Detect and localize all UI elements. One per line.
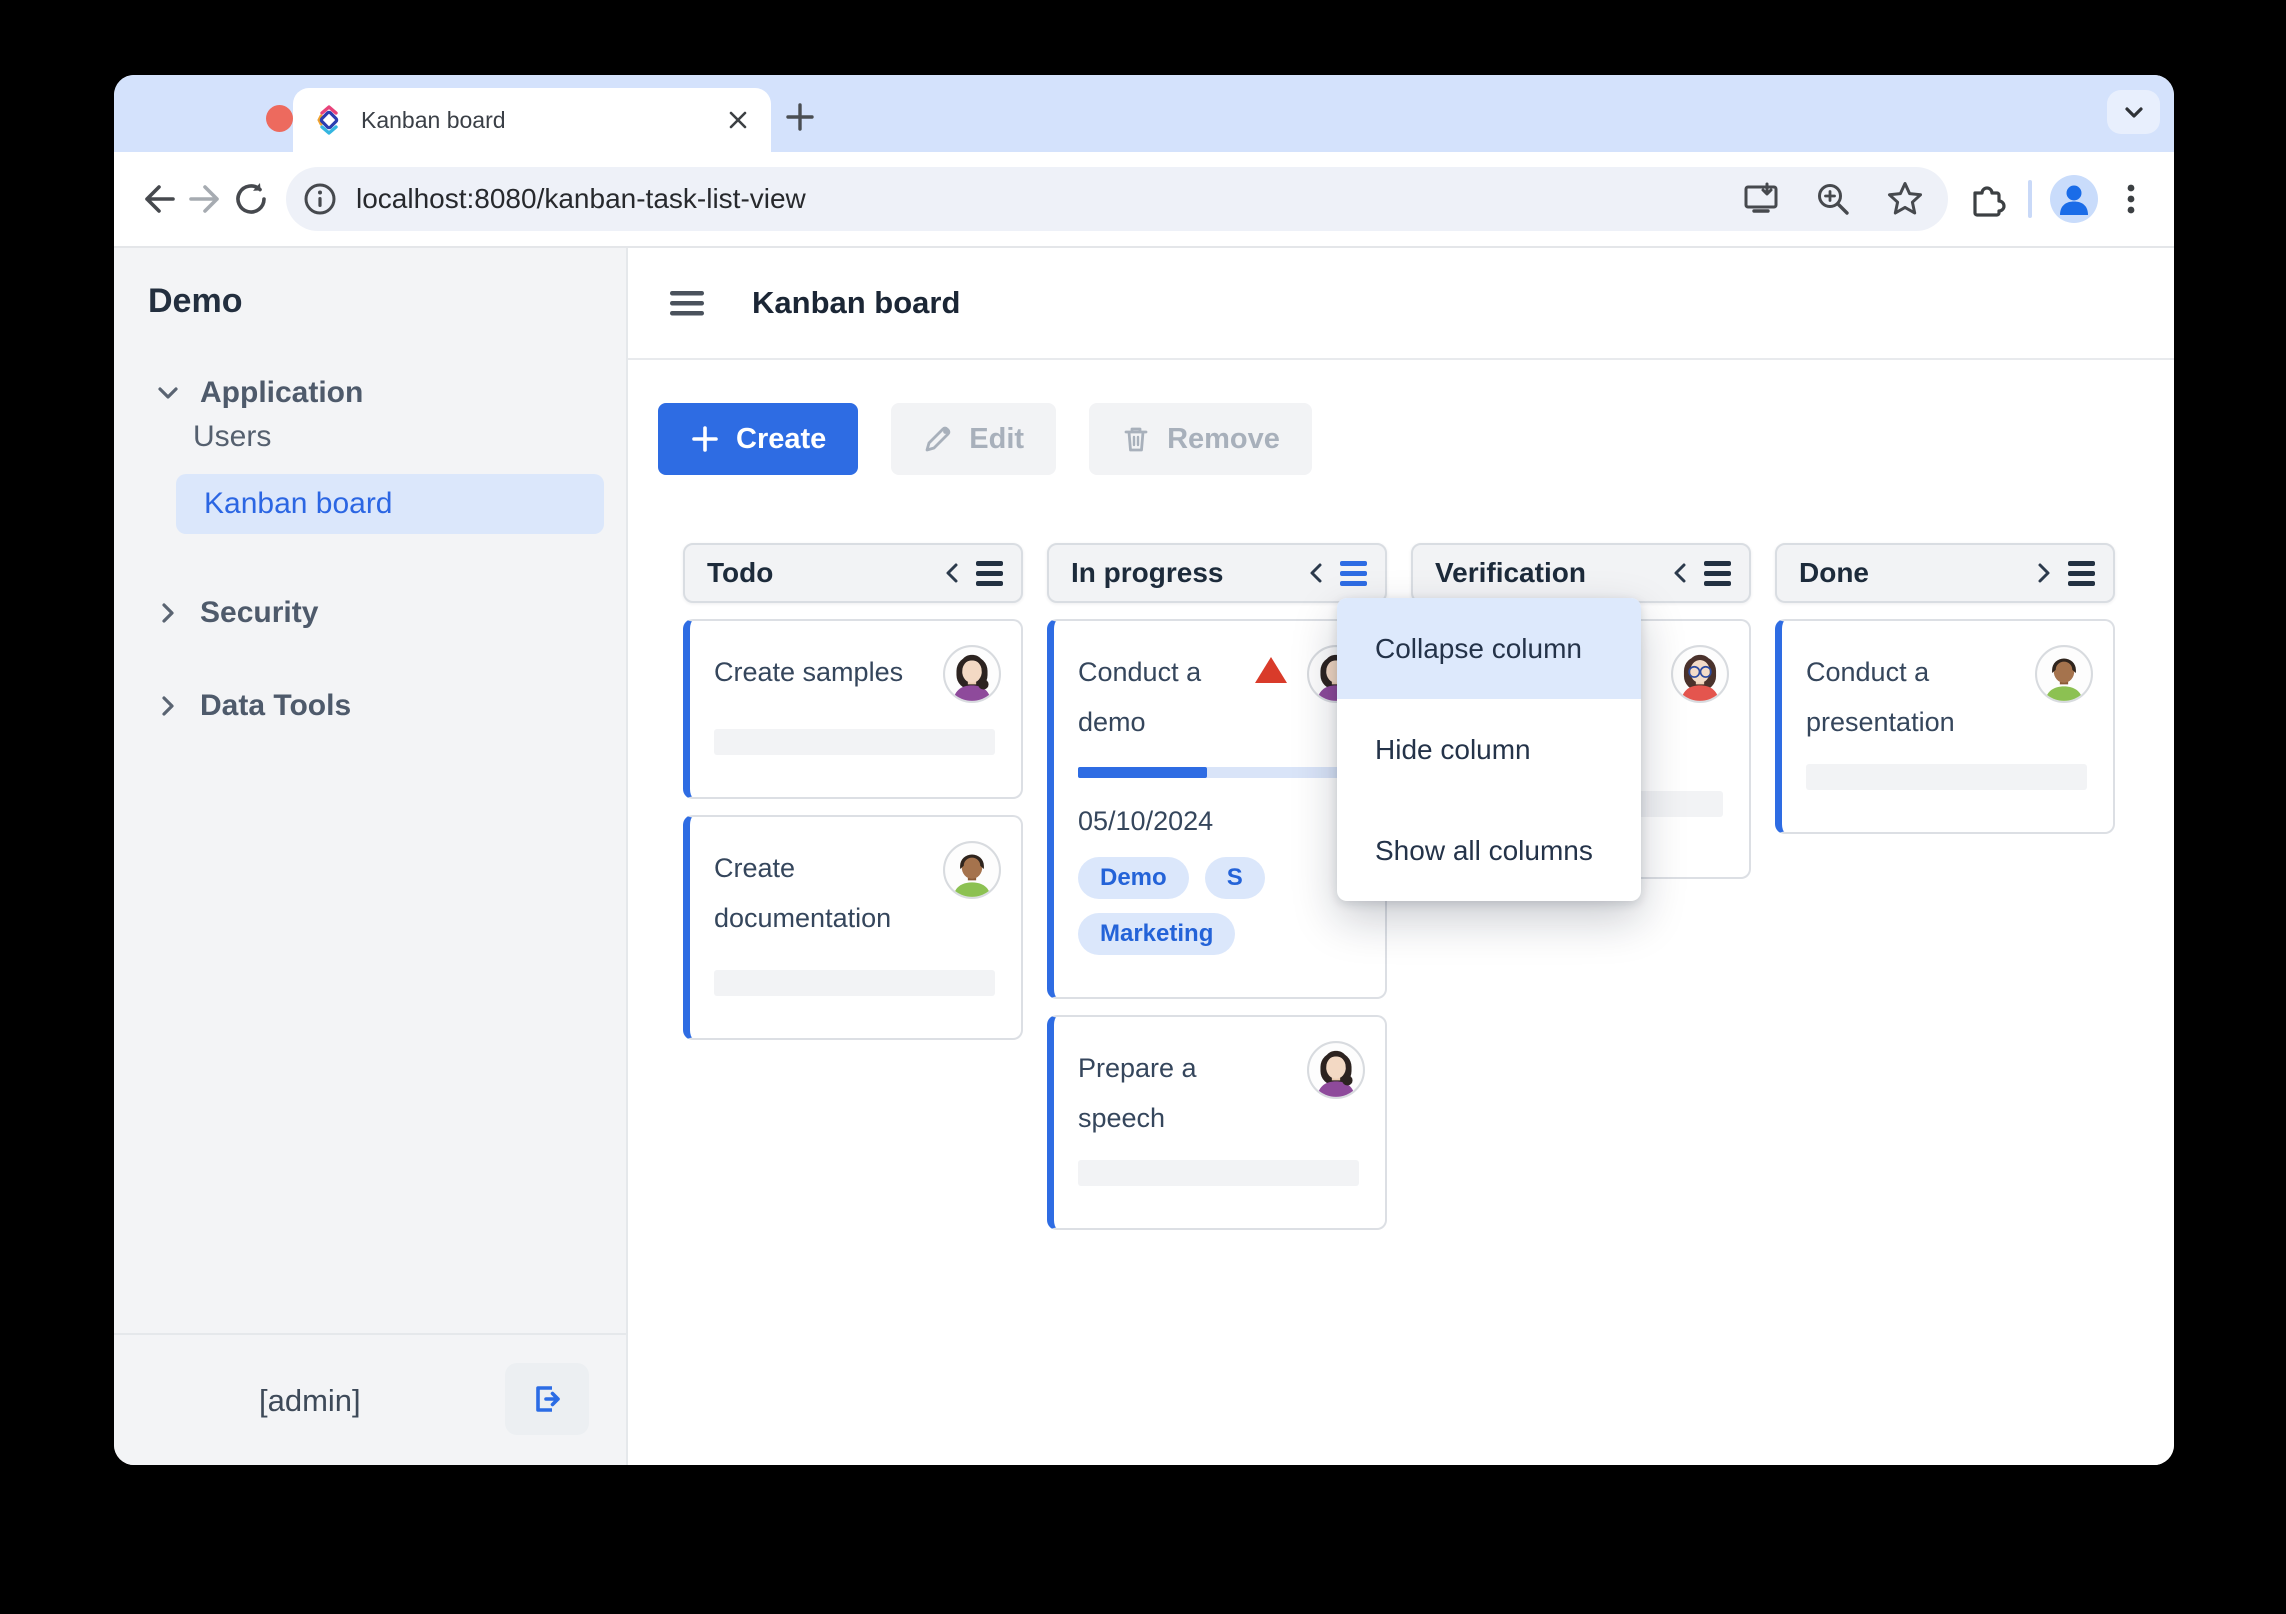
column-in-progress: In progress Conduct a demo 05/10/2024 De… [1047,543,1387,1230]
assignee-avatar-woman-purple [943,645,1001,703]
current-user-label: [admin] [259,1383,361,1418]
column-header-done[interactable]: Done [1775,543,2115,603]
back-icon[interactable] [136,176,182,222]
page-title: Kanban board [752,285,961,320]
new-tab-icon[interactable] [782,99,818,135]
favicon [313,104,345,136]
task-card[interactable]: Create documentation [683,815,1023,1040]
card-placeholder-bar [714,970,995,996]
create-button[interactable]: Create [658,403,859,475]
task-card[interactable]: Conduct a presentation [1775,619,2115,834]
extensions-icon[interactable] [1964,176,2010,222]
sidebar-section-application[interactable]: Application [154,371,626,415]
tag: Marketing [1078,913,1236,955]
board-actions: Create Edit Remove [658,403,2174,475]
browser-tab[interactable]: Kanban board [293,88,771,152]
tab-title: Kanban board [361,106,506,133]
card-placeholder-bar [714,729,995,755]
sidebar-item-kanban-board[interactable]: Kanban board [176,474,604,534]
bookmark-star-icon[interactable] [1884,178,1926,220]
sidebar-section-security[interactable]: Security [154,591,626,635]
close-traffic-light[interactable] [266,105,293,132]
column-menu-icon-active[interactable] [1340,560,1367,586]
browser-window: Kanban board localhost:8080/kanban-task-… [114,75,2174,1465]
tag: S [1204,857,1265,899]
column-menu-icon[interactable] [1704,560,1731,586]
app-sidebar: Demo Application Users Kanban board Secu… [114,248,628,1465]
collapse-left-icon[interactable] [1672,561,1688,585]
card-placeholder-bar [1806,764,2087,790]
forward-icon[interactable] [182,176,228,222]
browser-menu-kebab-icon[interactable] [2108,176,2154,222]
drawer-toggle-icon[interactable] [668,287,706,319]
collapse-right-icon[interactable] [2036,561,2052,585]
assignee-avatar-woman-purple [1307,1041,1365,1099]
remove-button[interactable]: Remove [1089,403,1312,475]
column-menu-icon[interactable] [2068,560,2095,586]
tag: Demo [1078,857,1189,899]
site-info-icon[interactable] [300,179,340,219]
sidebar-item-users[interactable]: Users [193,415,626,459]
chevron-down-icon [154,379,182,407]
high-priority-icon [1255,657,1287,683]
menu-item-hide-column[interactable]: Hide column [1337,699,1641,800]
logout-button[interactable] [505,1363,589,1435]
tag-list: Demo S Marketing [1078,857,1308,955]
task-progress-bar [1078,767,1358,778]
view-header: Kanban board [628,248,2174,360]
app-title: Demo [148,282,243,320]
toolbar-divider [2028,180,2032,218]
trash-icon [1121,424,1151,454]
pencil-icon [923,424,953,454]
tab-strip: Kanban board [114,75,2174,152]
assignee-avatar-man-green [943,841,1001,899]
task-card[interactable]: Conduct a demo 05/10/2024 Demo S Marketi… [1047,619,1387,999]
collapse-left-icon[interactable] [1308,561,1324,585]
card-placeholder-bar [1078,1160,1359,1186]
column-todo: Todo Create samples Create documentation [683,543,1023,1040]
menu-item-show-all-columns[interactable]: Show all columns [1337,800,1641,901]
menu-item-collapse-column[interactable]: Collapse column [1337,598,1641,699]
install-app-icon[interactable] [1740,178,1782,220]
assignee-avatar-man-green [2035,645,2093,703]
chevron-right-icon [154,692,182,720]
task-card[interactable]: Prepare a speech [1047,1015,1387,1230]
edit-button[interactable]: Edit [891,403,1057,475]
task-card[interactable]: Create samples [683,619,1023,799]
profile-avatar[interactable] [2050,175,2098,223]
assignee-avatar-woman-glasses-red [1671,645,1729,703]
column-context-menu: Collapse column Hide column Show all col… [1337,598,1641,901]
url-text[interactable]: localhost:8080/kanban-task-list-view [356,183,1740,215]
column-header-in-progress[interactable]: In progress [1047,543,1387,603]
reload-icon[interactable] [228,176,274,222]
tab-search-chevron-icon[interactable] [2107,90,2160,134]
column-header-verification[interactable]: Verification [1411,543,1751,603]
due-date: 05/10/2024 [1078,806,1214,836]
sidebar-section-data-tools[interactable]: Data Tools [154,684,626,728]
sidebar-footer: [admin] [114,1333,626,1465]
collapse-left-icon[interactable] [944,561,960,585]
zoom-icon[interactable] [1812,178,1854,220]
main-area: Kanban board Create Edit Remove Todo Cre… [628,248,2174,1465]
column-menu-icon[interactable] [976,560,1003,586]
browser-toolbar: localhost:8080/kanban-task-list-view [114,152,2174,248]
column-done: Done Conduct a presentation [1775,543,2115,834]
tab-close-icon[interactable] [725,107,751,133]
chevron-right-icon [154,599,182,627]
plus-icon [690,424,720,454]
address-bar[interactable]: localhost:8080/kanban-task-list-view [286,167,1948,231]
column-header-todo[interactable]: Todo [683,543,1023,603]
